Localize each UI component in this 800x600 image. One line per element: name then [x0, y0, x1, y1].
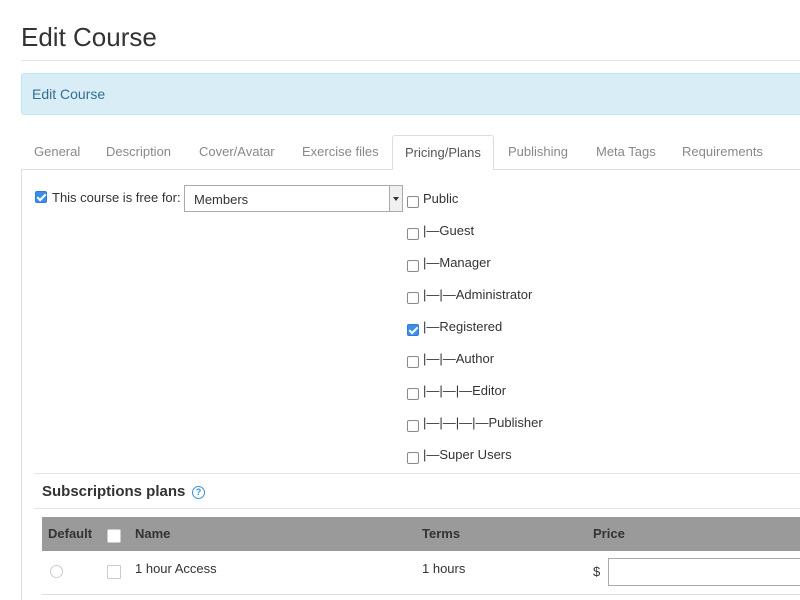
- price-input[interactable]: [608, 558, 800, 586]
- info-banner: Edit Course: [21, 73, 800, 115]
- plans-table-header: Default Name Terms Price: [42, 517, 800, 551]
- group-checkbox[interactable]: [407, 388, 419, 400]
- chevron-down-icon[interactable]: [389, 186, 402, 211]
- group-label: |—Registered: [423, 319, 503, 334]
- free-for-select-value: Members: [194, 192, 249, 207]
- group-label: |—Super Users: [423, 447, 512, 462]
- tab-general[interactable]: General: [22, 135, 92, 169]
- group-checkbox[interactable]: [407, 356, 419, 368]
- column-price: Price: [593, 526, 625, 541]
- select-all-checkbox[interactable]: [107, 529, 121, 543]
- tab-publishing[interactable]: Publishing: [496, 135, 580, 169]
- group-checkbox[interactable]: [407, 196, 419, 208]
- tab-pricing-plans[interactable]: Pricing/Plans: [392, 135, 494, 170]
- table-row: 1 hour Access 1 hours $: [42, 551, 800, 595]
- column-terms: Terms: [422, 526, 461, 541]
- currency-symbol: $: [593, 564, 601, 579]
- plan-name: 1 hour Access: [135, 561, 217, 576]
- row-checkbox[interactable]: [107, 565, 121, 579]
- group-checkbox[interactable]: [407, 292, 419, 304]
- tab-meta-tags[interactable]: Meta Tags: [584, 135, 668, 169]
- question-circle-icon[interactable]: ?: [192, 486, 205, 499]
- free-for-select[interactable]: Members: [184, 185, 403, 212]
- title-divider: [21, 60, 800, 61]
- tab-description[interactable]: Description: [94, 135, 183, 169]
- column-name: Name: [135, 526, 171, 541]
- group-label: |—Guest: [423, 223, 475, 238]
- page-title: Edit Course: [21, 22, 157, 52]
- group-label: Public: [423, 191, 459, 206]
- group-checkbox[interactable]: [407, 260, 419, 272]
- free-for-label: This course is free for:: [52, 190, 181, 205]
- plan-terms: 1 hours: [422, 561, 466, 576]
- tab-bar: General Description Cover/Avatar Exercis…: [21, 135, 800, 170]
- tab-cover-avatar[interactable]: Cover/Avatar: [187, 135, 287, 169]
- group-label: |—|—|—Editor: [423, 383, 507, 398]
- group-checkbox[interactable]: [407, 452, 419, 464]
- free-for-checkbox[interactable]: [35, 191, 47, 203]
- group-checkbox[interactable]: [407, 228, 419, 240]
- column-default: Default: [48, 526, 93, 541]
- banner-text: Edit Course: [32, 86, 106, 102]
- section-divider: [34, 508, 800, 509]
- default-radio[interactable]: [50, 565, 63, 578]
- group-checkbox[interactable]: [407, 324, 419, 336]
- section-divider: [34, 473, 800, 474]
- group-label: |—|—|—|—Publisher: [423, 415, 543, 430]
- subscriptions-title: Subscriptions plans: [42, 483, 186, 500]
- group-label: |—|—Author: [423, 351, 495, 366]
- tab-exercise-files[interactable]: Exercise files: [290, 135, 391, 169]
- tab-requirements[interactable]: Requirements: [670, 135, 775, 169]
- group-label: |—Manager: [423, 255, 491, 270]
- group-checkbox[interactable]: [407, 420, 419, 432]
- group-label: |—|—Administrator: [423, 287, 533, 302]
